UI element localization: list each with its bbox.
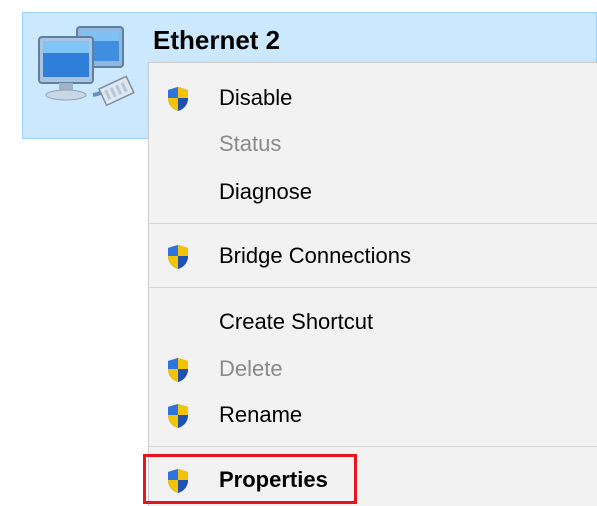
uac-shield-icon bbox=[167, 244, 189, 270]
menu-item-bridge-connections[interactable]: Bridge Connections bbox=[149, 233, 597, 279]
menu-item-rename[interactable]: Rename bbox=[149, 392, 597, 438]
network-connections-window: Ethernet 2 Disable Status Diagnose Bridg… bbox=[0, 0, 597, 506]
uac-shield-icon bbox=[167, 357, 189, 383]
menu-item-diagnose[interactable]: Diagnose bbox=[149, 169, 597, 215]
menu-item-label: Create Shortcut bbox=[219, 309, 374, 334]
menu-item-label: Status bbox=[219, 131, 282, 156]
menu-item-disable[interactable]: Disable bbox=[149, 75, 597, 121]
menu-item-label: Delete bbox=[219, 356, 283, 381]
network-adapter-icon bbox=[33, 23, 139, 119]
menu-item-label: Bridge Connections bbox=[219, 243, 412, 268]
menu-item-label: Disable bbox=[219, 85, 293, 110]
uac-shield-icon bbox=[167, 468, 189, 494]
menu-item-status[interactable]: Status bbox=[149, 121, 597, 167]
menu-item-label: Diagnose bbox=[219, 179, 312, 204]
menu-separator bbox=[149, 446, 597, 447]
adapter-name: Ethernet 2 bbox=[153, 25, 281, 55]
context-menu: Disable Status Diagnose Bridge Connectio… bbox=[148, 62, 597, 506]
menu-item-properties[interactable]: Properties bbox=[149, 457, 597, 503]
uac-shield-icon bbox=[167, 86, 189, 112]
uac-shield-icon bbox=[167, 403, 189, 429]
menu-separator bbox=[149, 223, 597, 224]
menu-item-delete[interactable]: Delete bbox=[149, 346, 597, 392]
menu-item-label: Properties bbox=[219, 467, 328, 492]
menu-item-label: Rename bbox=[219, 402, 303, 427]
menu-item-create-shortcut[interactable]: Create Shortcut bbox=[149, 299, 597, 345]
menu-separator bbox=[149, 287, 597, 288]
